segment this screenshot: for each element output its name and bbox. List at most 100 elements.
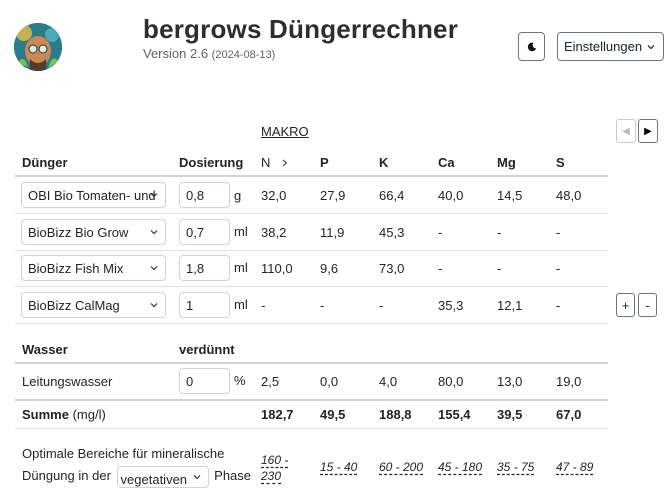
- value-n: 38,2: [261, 225, 287, 240]
- chevron-down-icon: [150, 266, 158, 271]
- divider: [15, 362, 608, 364]
- nutrient-label: N: [261, 155, 271, 170]
- fertilizer-select[interactable]: OBI Bio Tomaten- und: [21, 182, 166, 208]
- sum-value-mg: 39,5: [497, 407, 523, 422]
- sum-value-n: 182,7: [261, 407, 294, 422]
- value-k: 45,3: [379, 225, 405, 240]
- value-s: -: [556, 225, 561, 240]
- value-ca: 35,3: [438, 298, 464, 313]
- fertilizer-select-value: BioBizz CalMag: [28, 298, 120, 313]
- dosage-input[interactable]: 1,8: [179, 255, 230, 281]
- column-header-n[interactable]: N: [261, 155, 290, 170]
- range-mg: 35 - 75: [497, 460, 535, 474]
- dosage-unit: ml: [234, 297, 248, 312]
- value-k: 66,4: [379, 188, 405, 203]
- fertilizer-select-value: OBI Bio Tomaten- und: [28, 188, 156, 203]
- column-header-s: S: [556, 155, 565, 170]
- fertilizer-select[interactable]: BioBizz Fish Mix: [21, 255, 166, 281]
- prev-page-button[interactable]: ◀: [616, 119, 636, 143]
- value-s: 48,0: [556, 188, 582, 203]
- water-source-label: Leitungswasser: [22, 374, 113, 389]
- version-label: Version 2.6: [143, 46, 209, 61]
- chevron-down-icon: [150, 193, 158, 198]
- settings-dropdown[interactable]: Einstellungen: [557, 32, 664, 61]
- sum-unit: (mg/l): [72, 407, 106, 422]
- value-s: -: [556, 298, 561, 313]
- value-s: -: [556, 261, 561, 276]
- app-title: bergrows Düngerrechner: [143, 14, 459, 44]
- fertilizer-select-value: BioBizz Bio Grow: [28, 225, 129, 240]
- dosage-unit: ml: [234, 260, 248, 275]
- dilution-unit: %: [234, 373, 246, 388]
- divider: [15, 323, 608, 324]
- value-p: -: [320, 298, 325, 313]
- remove-fertilizer-button[interactable]: -: [638, 293, 657, 317]
- theme-toggle-button[interactable]: [518, 32, 545, 61]
- version-info: Version 2.6 (2024-08-13): [143, 46, 275, 61]
- value-mg: 14,5: [497, 188, 523, 203]
- water-value-n: 2,5: [261, 374, 280, 389]
- next-page-button[interactable]: ▶: [638, 119, 658, 143]
- moon-icon: [527, 42, 536, 51]
- optimal-text-line2: Düngung in der: [22, 468, 111, 483]
- column-header-dosage: Dosierung: [179, 155, 244, 170]
- dosage-unit: ml: [234, 224, 248, 239]
- add-fertilizer-button[interactable]: +: [616, 293, 635, 317]
- value-ca: -: [438, 261, 443, 276]
- water-value-mg: 13,0: [497, 374, 523, 389]
- optimal-text-phase: Phase: [214, 468, 252, 483]
- water-value-s: 19,0: [556, 374, 582, 389]
- water-header: Wasser: [22, 342, 68, 357]
- optimal-text-line1: Optimale Bereiche für mineralische: [22, 446, 225, 461]
- value-k: 73,0: [379, 261, 405, 276]
- phase-select-value: vegetativen: [120, 471, 188, 487]
- version-date: (2024-08-13): [211, 49, 276, 61]
- value-p: 11,9: [320, 225, 345, 240]
- triangle-left-icon: ◀: [622, 125, 630, 137]
- chevron-down-icon: [647, 45, 655, 50]
- divider: [15, 286, 608, 287]
- value-ca: -: [438, 225, 443, 240]
- water-value-k: 4,0: [379, 374, 398, 389]
- value-p: 9,6: [320, 261, 339, 276]
- triangle-right-icon: ▶: [644, 125, 652, 137]
- sum-value-s: 67,0: [556, 407, 582, 422]
- value-n: 110,0: [261, 261, 293, 276]
- divider: [15, 399, 608, 401]
- column-header-p: P: [320, 155, 329, 170]
- fertilizer-select[interactable]: BioBizz Bio Grow: [21, 219, 166, 245]
- avatar: [14, 23, 62, 71]
- value-mg: -: [497, 225, 502, 240]
- section-tab-makro[interactable]: MAKRO: [261, 124, 309, 139]
- column-header-mg: Mg: [497, 155, 516, 170]
- sum-value-p: 49,5: [320, 407, 346, 422]
- fertilizer-select-value: BioBizz Fish Mix: [28, 261, 124, 276]
- divider: [15, 213, 608, 214]
- fertilizer-select[interactable]: BioBizz CalMag: [21, 292, 166, 318]
- value-n: -: [261, 298, 266, 313]
- chevron-down-icon: [150, 230, 158, 235]
- divider: [15, 428, 608, 429]
- optimal-ranges-description: Optimale Bereiche für mineralische Düngu…: [22, 443, 251, 488]
- dilution-input[interactable]: 0: [179, 368, 230, 394]
- column-header-k: K: [379, 155, 389, 170]
- value-n: 32,0: [261, 188, 287, 203]
- range-p: 15 - 40: [320, 460, 358, 474]
- dosage-input[interactable]: 1: [179, 292, 230, 318]
- chevron-down-icon: [193, 474, 200, 479]
- sum-value-k: 188,8: [379, 407, 412, 422]
- chevron-right-icon: [282, 159, 288, 167]
- value-k: -: [379, 298, 384, 313]
- divider: [15, 250, 608, 251]
- range-ca: 45 - 180: [438, 460, 483, 474]
- phase-select[interactable]: vegetativen: [116, 465, 209, 488]
- dosage-unit: g: [234, 188, 242, 203]
- value-p: 27,9: [320, 188, 346, 203]
- sum-title: Summe: [22, 407, 69, 422]
- dosage-input[interactable]: 0,8: [179, 182, 230, 208]
- sum-label: Summe (mg/l): [22, 407, 106, 422]
- divider: [15, 175, 608, 177]
- dosage-input[interactable]: 0,7: [179, 219, 230, 245]
- column-header-ca: Ca: [438, 155, 455, 170]
- range-s: 47 - 89: [556, 460, 594, 474]
